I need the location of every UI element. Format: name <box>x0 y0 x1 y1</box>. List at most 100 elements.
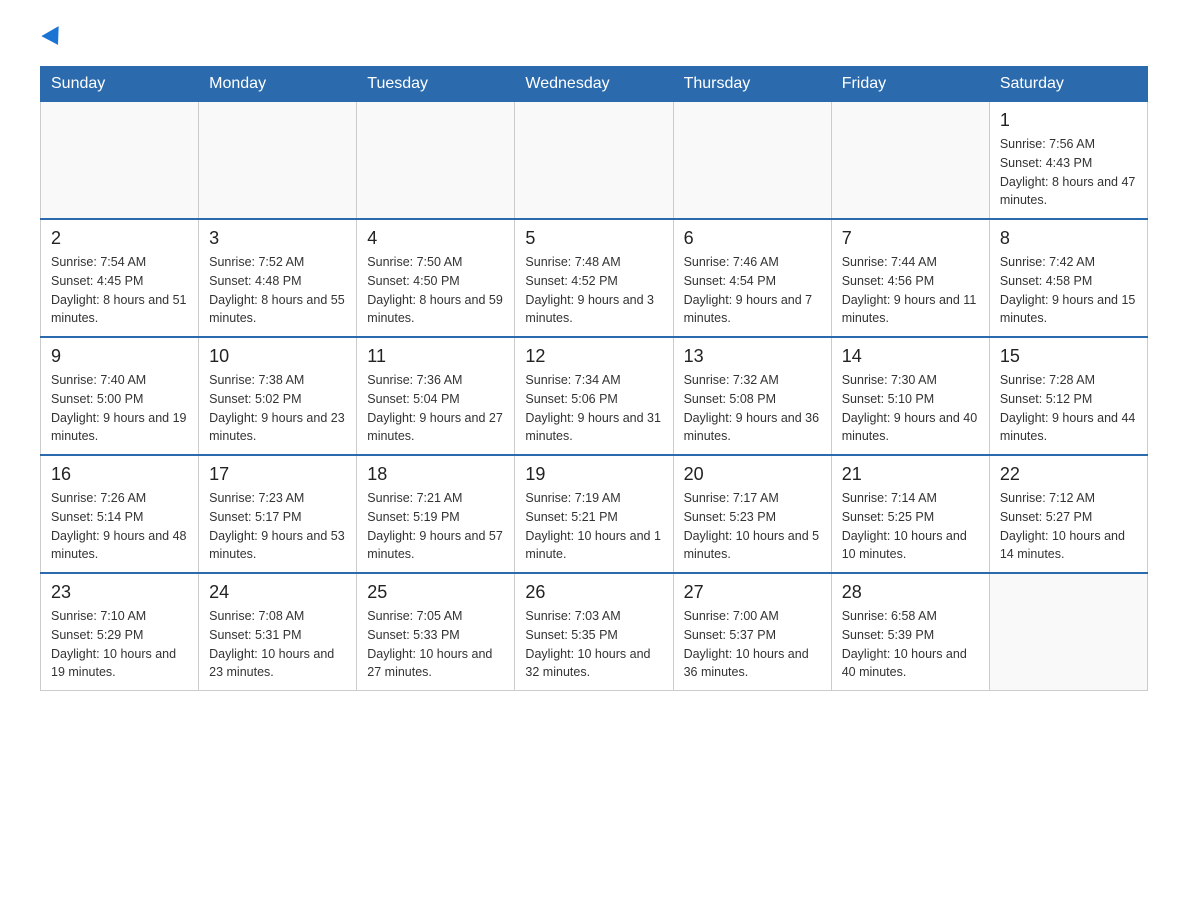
day-number: 10 <box>209 346 346 367</box>
page-header <box>40 30 1148 46</box>
day-info: Sunrise: 7:50 AM Sunset: 4:50 PM Dayligh… <box>367 253 504 328</box>
day-number: 14 <box>842 346 979 367</box>
weekday-header: Tuesday <box>357 67 515 102</box>
day-info: Sunrise: 6:58 AM Sunset: 5:39 PM Dayligh… <box>842 607 979 682</box>
calendar-cell: 11 Sunrise: 7:36 AM Sunset: 5:04 PM Dayli… <box>357 337 515 455</box>
day-number: 3 <box>209 228 346 249</box>
calendar-cell: 20 Sunrise: 7:17 AM Sunset: 5:23 PM Dayli… <box>673 455 831 573</box>
calendar-cell: 2 Sunrise: 7:54 AM Sunset: 4:45 PM Daylig… <box>41 219 199 337</box>
day-number: 7 <box>842 228 979 249</box>
day-info: Sunrise: 7:52 AM Sunset: 4:48 PM Dayligh… <box>209 253 346 328</box>
calendar-cell: 15Sunrise: 7:28 AM Sunset: 5:12 PM Dayli… <box>989 337 1147 455</box>
calendar-cell: 13 Sunrise: 7:32 AM Sunset: 5:08 PM Dayli… <box>673 337 831 455</box>
logo <box>40 30 64 46</box>
day-number: 11 <box>367 346 504 367</box>
day-info: Sunrise: 7:48 AM Sunset: 4:52 PM Dayligh… <box>525 253 662 328</box>
day-number: 5 <box>525 228 662 249</box>
day-info: Sunrise: 7:32 AM Sunset: 5:08 PM Dayligh… <box>684 371 821 446</box>
calendar-week-row: 9 Sunrise: 7:40 AM Sunset: 5:00 PM Daylig… <box>41 337 1148 455</box>
calendar-cell: 8 Sunrise: 7:42 AM Sunset: 4:58 PM Daylig… <box>989 219 1147 337</box>
day-info: Sunrise: 7:14 AM Sunset: 5:25 PM Dayligh… <box>842 489 979 564</box>
calendar-cell: 19 Sunrise: 7:19 AM Sunset: 5:21 PM Dayli… <box>515 455 673 573</box>
day-number: 2 <box>51 228 188 249</box>
day-number: 8 <box>1000 228 1137 249</box>
calendar-cell: 7 Sunrise: 7:44 AM Sunset: 4:56 PM Daylig… <box>831 219 989 337</box>
calendar-cell: 26 Sunrise: 7:03 AM Sunset: 5:35 PM Dayli… <box>515 573 673 691</box>
calendar-cell <box>357 102 515 220</box>
calendar-cell: 14 Sunrise: 7:30 AM Sunset: 5:10 PM Dayli… <box>831 337 989 455</box>
calendar-week-row: 23 Sunrise: 7:10 AM Sunset: 5:29 PM Dayli… <box>41 573 1148 691</box>
calendar-week-row: 1 Sunrise: 7:56 AM Sunset: 4:43 PM Daylig… <box>41 102 1148 220</box>
calendar-cell: 27 Sunrise: 7:00 AM Sunset: 5:37 PM Dayli… <box>673 573 831 691</box>
day-number: 1 <box>1000 110 1137 131</box>
day-info: Sunrise: 7:23 AM Sunset: 5:17 PM Dayligh… <box>209 489 346 564</box>
day-info: Sunrise: 7:42 AM Sunset: 4:58 PM Dayligh… <box>1000 253 1137 328</box>
day-number: 20 <box>684 464 821 485</box>
calendar-header-row: SundayMondayTuesdayWednesdayThursdayFrid… <box>41 67 1148 102</box>
calendar-cell: 5 Sunrise: 7:48 AM Sunset: 4:52 PM Daylig… <box>515 219 673 337</box>
day-number: 6 <box>684 228 821 249</box>
calendar-table: SundayMondayTuesdayWednesdayThursdayFrid… <box>40 66 1148 691</box>
calendar-cell: 12 Sunrise: 7:34 AM Sunset: 5:06 PM Dayli… <box>515 337 673 455</box>
day-info: Sunrise: 7:40 AM Sunset: 5:00 PM Dayligh… <box>51 371 188 446</box>
calendar-cell <box>41 102 199 220</box>
day-info: Sunrise: 7:19 AM Sunset: 5:21 PM Dayligh… <box>525 489 662 564</box>
calendar-cell <box>515 102 673 220</box>
calendar-cell: 1 Sunrise: 7:56 AM Sunset: 4:43 PM Daylig… <box>989 102 1147 220</box>
calendar-cell: 16 Sunrise: 7:26 AM Sunset: 5:14 PM Dayli… <box>41 455 199 573</box>
day-number: 19 <box>525 464 662 485</box>
calendar-cell: 9 Sunrise: 7:40 AM Sunset: 5:00 PM Daylig… <box>41 337 199 455</box>
day-number: 13 <box>684 346 821 367</box>
day-info: Sunrise: 7:21 AM Sunset: 5:19 PM Dayligh… <box>367 489 504 564</box>
day-info: Sunrise: 7:30 AM Sunset: 5:10 PM Dayligh… <box>842 371 979 446</box>
day-info: Sunrise: 7:46 AM Sunset: 4:54 PM Dayligh… <box>684 253 821 328</box>
calendar-cell: 22Sunrise: 7:12 AM Sunset: 5:27 PM Dayli… <box>989 455 1147 573</box>
day-number: 26 <box>525 582 662 603</box>
day-number: 15 <box>1000 346 1137 367</box>
weekday-header: Wednesday <box>515 67 673 102</box>
calendar-cell: 23 Sunrise: 7:10 AM Sunset: 5:29 PM Dayli… <box>41 573 199 691</box>
day-info: Sunrise: 7:00 AM Sunset: 5:37 PM Dayligh… <box>684 607 821 682</box>
weekday-header: Monday <box>199 67 357 102</box>
day-info: Sunrise: 7:03 AM Sunset: 5:35 PM Dayligh… <box>525 607 662 682</box>
day-info: Sunrise: 7:17 AM Sunset: 5:23 PM Dayligh… <box>684 489 821 564</box>
day-info: Sunrise: 7:54 AM Sunset: 4:45 PM Dayligh… <box>51 253 188 328</box>
calendar-cell <box>673 102 831 220</box>
day-info: Sunrise: 7:38 AM Sunset: 5:02 PM Dayligh… <box>209 371 346 446</box>
calendar-cell <box>199 102 357 220</box>
calendar-cell: 10 Sunrise: 7:38 AM Sunset: 5:02 PM Dayli… <box>199 337 357 455</box>
day-number: 23 <box>51 582 188 603</box>
calendar-cell <box>831 102 989 220</box>
calendar-cell: 4 Sunrise: 7:50 AM Sunset: 4:50 PM Daylig… <box>357 219 515 337</box>
calendar-cell: 25Sunrise: 7:05 AM Sunset: 5:33 PM Dayli… <box>357 573 515 691</box>
weekday-header: Sunday <box>41 67 199 102</box>
day-info: Sunrise: 7:10 AM Sunset: 5:29 PM Dayligh… <box>51 607 188 682</box>
day-number: 24 <box>209 582 346 603</box>
day-info: Sunrise: 7:12 AM Sunset: 5:27 PM Dayligh… <box>1000 489 1137 564</box>
calendar-cell: 17Sunrise: 7:23 AM Sunset: 5:17 PM Dayli… <box>199 455 357 573</box>
calendar-cell <box>989 573 1147 691</box>
logo-triangle-icon <box>41 26 66 50</box>
day-info: Sunrise: 7:44 AM Sunset: 4:56 PM Dayligh… <box>842 253 979 328</box>
calendar-week-row: 2 Sunrise: 7:54 AM Sunset: 4:45 PM Daylig… <box>41 219 1148 337</box>
day-number: 12 <box>525 346 662 367</box>
calendar-cell: 18Sunrise: 7:21 AM Sunset: 5:19 PM Dayli… <box>357 455 515 573</box>
day-info: Sunrise: 7:56 AM Sunset: 4:43 PM Dayligh… <box>1000 135 1137 210</box>
calendar-cell: 21 Sunrise: 7:14 AM Sunset: 5:25 PM Dayli… <box>831 455 989 573</box>
day-info: Sunrise: 7:36 AM Sunset: 5:04 PM Dayligh… <box>367 371 504 446</box>
day-number: 4 <box>367 228 504 249</box>
weekday-header: Saturday <box>989 67 1147 102</box>
calendar-cell: 28 Sunrise: 6:58 AM Sunset: 5:39 PM Dayli… <box>831 573 989 691</box>
day-number: 16 <box>51 464 188 485</box>
day-number: 9 <box>51 346 188 367</box>
day-info: Sunrise: 7:34 AM Sunset: 5:06 PM Dayligh… <box>525 371 662 446</box>
day-number: 27 <box>684 582 821 603</box>
calendar-cell: 24 Sunrise: 7:08 AM Sunset: 5:31 PM Dayli… <box>199 573 357 691</box>
day-number: 28 <box>842 582 979 603</box>
weekday-header: Thursday <box>673 67 831 102</box>
day-info: Sunrise: 7:08 AM Sunset: 5:31 PM Dayligh… <box>209 607 346 682</box>
day-info: Sunrise: 7:26 AM Sunset: 5:14 PM Dayligh… <box>51 489 188 564</box>
day-number: 21 <box>842 464 979 485</box>
calendar-week-row: 16 Sunrise: 7:26 AM Sunset: 5:14 PM Dayli… <box>41 455 1148 573</box>
day-info: Sunrise: 7:05 AM Sunset: 5:33 PM Dayligh… <box>367 607 504 682</box>
